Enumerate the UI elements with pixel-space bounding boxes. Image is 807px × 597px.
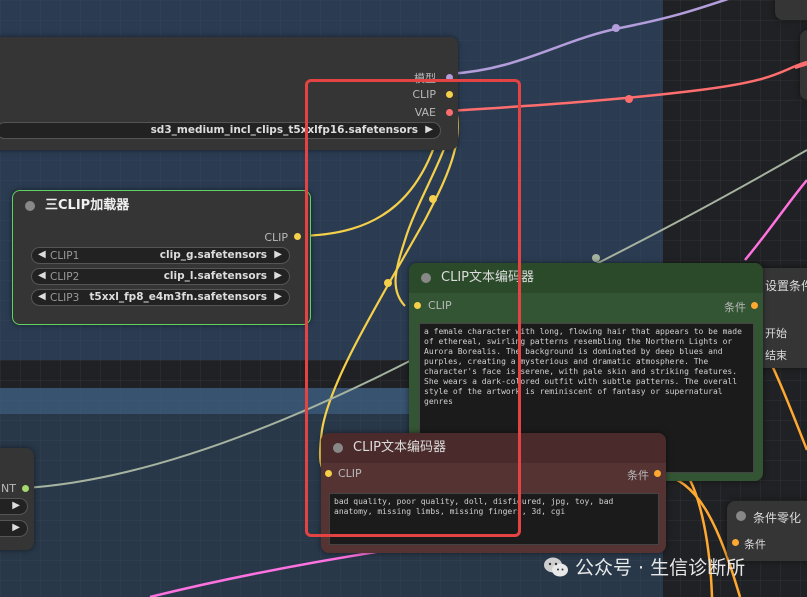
output-conditioning-label: 条件 xyxy=(627,469,649,482)
conditioning-zero-out-title: 条件零化 xyxy=(753,511,802,525)
ckpt-name-value: sd3_medium_incl_clips_t5xxlfp16.safetens… xyxy=(150,124,418,136)
input-clip-dot[interactable] xyxy=(414,302,421,309)
combo-next-arrow-icon[interactable]: ▶ xyxy=(12,522,20,533)
input-clip-label: CLIP xyxy=(428,299,452,312)
clip-text-encode-negative-title: CLIP文本编码器 xyxy=(321,433,666,463)
combo-next-arrow-icon[interactable]: ▶ xyxy=(425,124,433,135)
clip1-combo[interactable]: ◀ CLIP1 clip_g.safetensors ▶ xyxy=(31,247,290,264)
negative-prompt-textarea[interactable]: bad quality, poor quality, doll, disfigu… xyxy=(329,493,659,545)
triple-clip-loader-title-text: 三CLIP加载器 xyxy=(45,198,130,213)
combo-prev-arrow-icon[interactable]: ◀ xyxy=(38,291,46,302)
clip-text-encode-negative-node[interactable]: CLIP文本编码器 CLIP 条件 bad quality, poor qual… xyxy=(321,433,666,553)
input-clip-label: CLIP xyxy=(338,467,362,480)
output-conditioning-dot[interactable] xyxy=(751,302,758,309)
clip2-label: CLIP2 xyxy=(50,271,80,283)
output-model-label: 模型 xyxy=(414,72,436,85)
output-conditioning-dot[interactable] xyxy=(654,470,661,477)
combo-prev-arrow-icon[interactable]: ◀ xyxy=(38,270,46,281)
combo-next-arrow-icon[interactable]: ▶ xyxy=(12,500,20,511)
node-collapse-dot-icon[interactable] xyxy=(25,201,35,211)
triple-clip-loader-title: 三CLIP加载器 xyxy=(13,191,310,221)
clip-text-encode-negative-title-text: CLIP文本编码器 xyxy=(353,440,446,455)
output-int-label: INT xyxy=(0,482,16,495)
combo-next-arrow-icon[interactable]: ▶ xyxy=(274,270,282,281)
conditioning-set-timestep-title: 设置条件 xyxy=(765,279,807,293)
output-clip-dot[interactable] xyxy=(294,233,301,240)
output-conditioning-label: 条件 xyxy=(724,301,746,314)
node-collapse-dot-icon[interactable] xyxy=(736,511,746,521)
clip-text-encode-positive-title: CLIP文本编码器 xyxy=(409,263,763,293)
timestep-start-label: 开始 xyxy=(765,327,787,340)
watermark: 公众号 · 生信诊断所 xyxy=(543,553,745,580)
node-collapse-dot-icon[interactable] xyxy=(421,273,431,283)
wechat-icon xyxy=(544,557,568,576)
combo-prev-arrow-icon[interactable]: ◀ xyxy=(38,249,46,260)
watermark-text: 公众号 · 生信诊断所 xyxy=(575,557,746,579)
int-widget-1[interactable]: ▶ xyxy=(0,498,28,515)
checkpoint-loader-node[interactable]: 模型 CLIP VAE sd3_medium_incl_clips_t5xxlf… xyxy=(0,37,458,150)
output-clip-label: CLIP xyxy=(264,231,288,244)
node-graph-canvas[interactable]: 模型 CLIP VAE sd3_medium_incl_clips_t5xxlf… xyxy=(0,0,807,597)
clip3-label: CLIP3 xyxy=(50,292,80,304)
clip1-label: CLIP1 xyxy=(50,250,80,262)
output-model-dot[interactable] xyxy=(446,74,453,81)
output-int-dot[interactable] xyxy=(22,485,29,492)
timestep-end-label: 结束 xyxy=(765,349,787,362)
ckpt-name-combo[interactable]: sd3_medium_incl_clips_t5xxlfp16.safetens… xyxy=(0,122,441,139)
output-clip-dot[interactable] xyxy=(446,91,453,98)
int-widget-2[interactable]: ▶ xyxy=(0,520,28,537)
clip1-value: clip_g.safetensors xyxy=(159,249,267,261)
clip3-value: t5xxl_fp8_e4m3fn.safetensors xyxy=(89,291,267,303)
input-clip-dot[interactable] xyxy=(325,470,332,477)
output-vae-dot[interactable] xyxy=(446,109,453,116)
combo-next-arrow-icon[interactable]: ▶ xyxy=(274,291,282,302)
output-clip-label: CLIP xyxy=(412,88,436,101)
clip-text-encode-positive-title-text: CLIP文本编码器 xyxy=(441,270,534,285)
node-collapse-dot-icon[interactable] xyxy=(333,443,343,453)
input-conditioning-dot[interactable] xyxy=(732,539,739,546)
clip3-combo[interactable]: ◀ CLIP3 t5xxl_fp8_e4m3fn.safetensors ▶ xyxy=(31,289,290,306)
int-output-node[interactable]: INT ▶ ▶ xyxy=(0,448,34,550)
output-vae-label: VAE xyxy=(414,106,436,119)
input-conditioning-label: 条件 xyxy=(744,538,766,551)
combo-next-arrow-icon[interactable]: ▶ xyxy=(274,249,282,260)
clip2-value: clip_l.safetensors xyxy=(163,270,267,282)
triple-clip-loader-node[interactable]: 三CLIP加载器 CLIP ◀ CLIP1 clip_g.safetensors… xyxy=(12,190,311,325)
conditioning-zero-out-node[interactable]: 条件零化 条件 xyxy=(727,501,807,561)
clip2-combo[interactable]: ◀ CLIP2 clip_l.safetensors ▶ xyxy=(31,268,290,285)
